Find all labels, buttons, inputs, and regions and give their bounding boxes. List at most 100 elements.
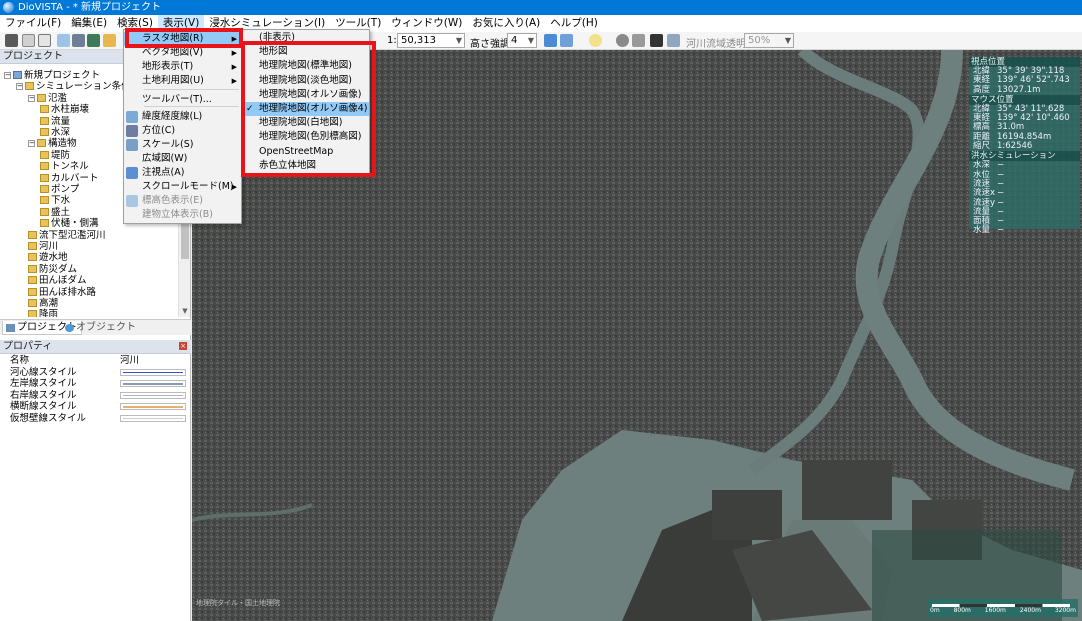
tree-node[interactable]: 田んぼダム bbox=[28, 275, 87, 287]
view-menu-item[interactable]: 広域図(W) bbox=[124, 152, 241, 166]
submenu-arrow-icon: ▶ bbox=[231, 49, 237, 57]
folder-icon bbox=[13, 71, 22, 79]
transparency-value: 50% bbox=[748, 35, 771, 46]
properties-header: プロパティ × bbox=[0, 340, 191, 354]
property-row[interactable]: 河心線スタイル bbox=[0, 367, 191, 379]
scale-prefix: 1: bbox=[387, 35, 397, 46]
menu-file[interactable]: ファイル(F) bbox=[0, 15, 66, 32]
tree-node[interactable]: 堤防 bbox=[40, 150, 70, 162]
property-row[interactable]: 名称 河川 bbox=[0, 355, 191, 367]
select-arrow-icon[interactable] bbox=[38, 34, 51, 47]
info-row: 縮尺 1:62546 bbox=[969, 141, 1080, 152]
map-icon[interactable] bbox=[87, 34, 100, 47]
lightbulb-icon[interactable] bbox=[589, 34, 602, 47]
property-row[interactable]: 左岸線スタイル bbox=[0, 378, 191, 390]
menu-item-icon bbox=[126, 139, 138, 151]
tree-node-label: 下水 bbox=[51, 195, 71, 207]
view-menu-item[interactable]: 土地利用図(U) ▶ bbox=[124, 74, 241, 88]
view-menu-item[interactable]: スクロールモード(M) ▶ bbox=[124, 180, 241, 194]
tree-node[interactable]: 遊水地 bbox=[28, 252, 68, 264]
compass-icon[interactable] bbox=[72, 34, 85, 47]
scale-label: 2400m bbox=[1019, 607, 1041, 614]
folder-icon bbox=[40, 105, 49, 114]
record-icon[interactable] bbox=[616, 34, 629, 47]
submenu-arrow-icon: ▶ bbox=[231, 63, 237, 71]
tree-node-label: トンネル bbox=[51, 161, 89, 173]
tree-node[interactable]: 盛土 bbox=[40, 207, 70, 219]
tree-node-label: 新規プロジェクト bbox=[24, 70, 101, 81]
tree-node[interactable]: カルバート bbox=[40, 173, 99, 185]
tree-node[interactable]: 降雨 bbox=[28, 309, 58, 317]
collapse-toggle-icon[interactable]: − bbox=[4, 72, 11, 79]
zoom-icon[interactable] bbox=[22, 34, 35, 47]
view-menu-item[interactable]: 建物立体表示(B) bbox=[124, 208, 241, 222]
menu-edit[interactable]: 編集(E) bbox=[66, 15, 112, 32]
menu-help[interactable]: ヘルプ(H) bbox=[545, 15, 603, 32]
collapse-toggle-icon[interactable]: − bbox=[28, 94, 35, 102]
menu-favorites[interactable]: お気に入り(A) bbox=[467, 15, 545, 32]
collapse-toggle-icon[interactable]: − bbox=[28, 140, 35, 148]
stop-icon[interactable] bbox=[632, 34, 645, 47]
tree-node[interactable]: 防災ダム bbox=[28, 264, 77, 276]
view-menu-item[interactable]: 標高色表示(E) bbox=[124, 194, 241, 208]
view-menu-item[interactable]: 方位(C) bbox=[124, 124, 241, 138]
line-style-swatch[interactable] bbox=[120, 380, 186, 387]
tab-object[interactable]: オブジェクト bbox=[62, 321, 140, 335]
view-menu-item[interactable]: ベクタ地図(V) ▶ bbox=[124, 46, 241, 60]
view-menu-item[interactable]: ツールバー(T)... bbox=[124, 93, 241, 107]
globe-icon[interactable] bbox=[57, 34, 70, 47]
menu-item-label: 緯度経度線(L) bbox=[142, 111, 203, 122]
menu-separator bbox=[144, 89, 239, 90]
view-menu-item[interactable]: 地形表示(T) ▶ bbox=[124, 60, 241, 74]
view-menu-item[interactable]: 注視点(A) bbox=[124, 166, 241, 180]
scroll-down-icon[interactable]: ▼ bbox=[179, 305, 191, 317]
tree-node-label: 防災ダム bbox=[39, 263, 78, 275]
tab-object-label: オブジェクト bbox=[76, 322, 136, 333]
tree-node[interactable]: 田んぼ排水路 bbox=[28, 287, 96, 299]
scale-combo[interactable]: 50,313 ▼ bbox=[397, 33, 465, 48]
tree-node-label: 盛土 bbox=[51, 206, 71, 218]
tree-node-label: 水深 bbox=[51, 127, 71, 138]
tree-node[interactable]: 流量 bbox=[40, 116, 70, 128]
close-icon[interactable]: × bbox=[179, 342, 187, 350]
info-value: 13027.1m bbox=[997, 84, 1041, 95]
submenu-arrow-icon: ▶ bbox=[231, 77, 237, 85]
exaggeration-combo[interactable]: 4 ▼ bbox=[507, 33, 537, 48]
line-style-swatch[interactable] bbox=[120, 414, 186, 422]
tree-node[interactable]: 伏樋・側溝 bbox=[40, 218, 99, 230]
line-style-swatch[interactable] bbox=[120, 391, 186, 399]
crosshair-icon[interactable] bbox=[544, 34, 557, 47]
info-key: 縮尺 bbox=[973, 141, 991, 152]
transparency-combo[interactable]: 50% ▼ bbox=[744, 33, 794, 48]
tree-node[interactable]: 水柱崩壊 bbox=[40, 104, 89, 116]
line-style-swatch[interactable] bbox=[120, 403, 186, 410]
tree-node[interactable]: トンネル bbox=[40, 161, 89, 173]
property-row[interactable]: 仮想壁線スタイル bbox=[0, 413, 191, 425]
menu-window[interactable]: ウィンドウ(W) bbox=[386, 15, 467, 32]
line-style-swatch[interactable] bbox=[120, 368, 186, 376]
property-value: 河川 bbox=[120, 355, 140, 366]
collapse-toggle-icon[interactable]: − bbox=[16, 83, 23, 91]
folder-icon bbox=[28, 310, 37, 317]
folder-icon bbox=[40, 185, 49, 193]
tree-node-label: シミュレーション条件 bbox=[36, 81, 131, 93]
binoculars-icon[interactable] bbox=[5, 34, 18, 47]
property-row[interactable]: 右岸線スタイル bbox=[0, 390, 191, 402]
tree-node[interactable]: − 氾濫 bbox=[28, 93, 67, 105]
hand-pan-icon[interactable] bbox=[103, 34, 116, 47]
folder-icon bbox=[28, 276, 37, 285]
tree-node[interactable]: 下水 bbox=[40, 195, 70, 207]
tree-node[interactable]: 流下型氾濫河川 bbox=[28, 230, 106, 242]
app-globe-icon bbox=[3, 2, 14, 13]
property-key: 左岸線スタイル bbox=[10, 378, 77, 389]
property-row[interactable]: 横断線スタイル bbox=[0, 401, 191, 413]
camera-icon[interactable] bbox=[650, 34, 663, 47]
chevron-down-icon: ▼ bbox=[527, 36, 534, 45]
info-key: 高度 bbox=[973, 84, 991, 95]
view-menu-item[interactable]: スケール(S) bbox=[124, 138, 241, 152]
view-menu-item[interactable]: 緯度経度線(L) bbox=[124, 110, 241, 124]
view-mode-icon[interactable] bbox=[560, 34, 573, 47]
tree-node[interactable]: − シミュレーション条件 bbox=[16, 81, 131, 93]
layer-icon[interactable] bbox=[667, 34, 680, 47]
tree-node[interactable]: − 構造物 bbox=[28, 138, 77, 150]
